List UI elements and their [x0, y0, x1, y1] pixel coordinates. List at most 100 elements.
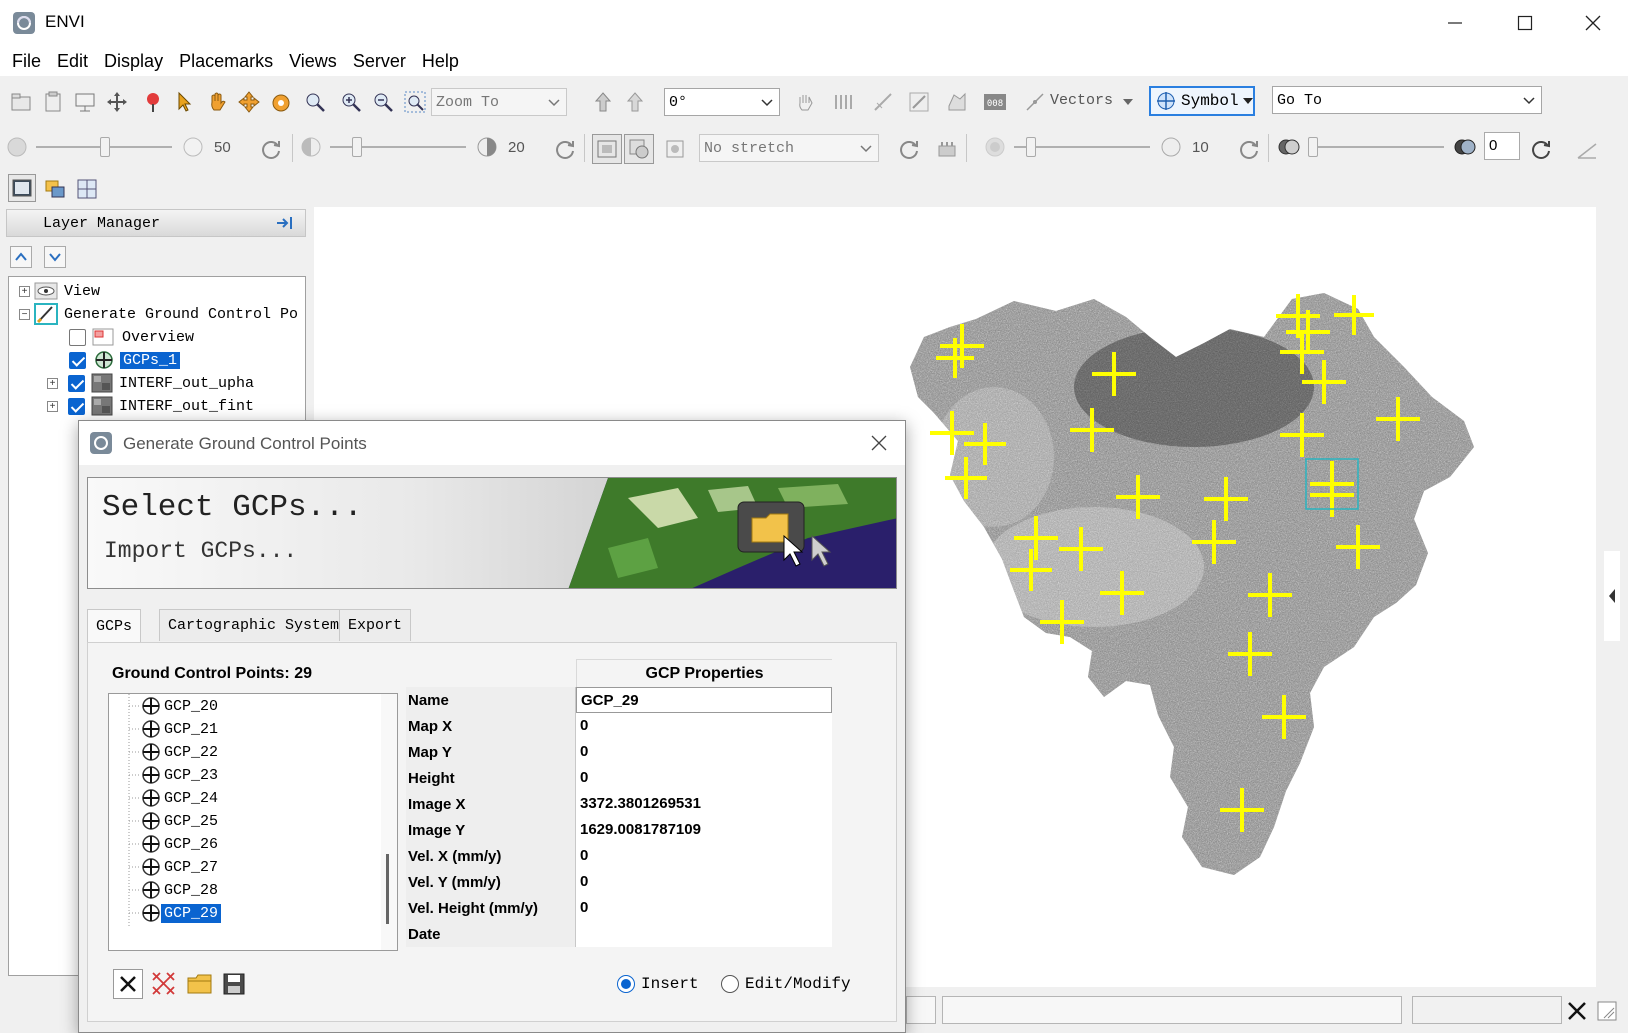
stretch-reset-button[interactable] [896, 136, 922, 162]
transparency-slider[interactable] [1308, 137, 1318, 157]
open-button[interactable] [8, 89, 34, 115]
hand-button[interactable] [204, 89, 230, 115]
symbol-button[interactable]: Symbol [1149, 86, 1255, 116]
collapse-icon[interactable]: − [19, 308, 30, 320]
property-value-vel-height[interactable]: 0 [576, 895, 832, 921]
menu-edit[interactable]: Edit [49, 51, 96, 72]
close-button[interactable] [1558, 0, 1628, 46]
delete-gcp-button[interactable] [113, 969, 143, 999]
tab-gcps[interactable]: GCPs [87, 609, 142, 643]
property-value-map-x[interactable]: 0 [576, 713, 832, 739]
fly-button[interactable] [236, 89, 262, 115]
status-cancel-button[interactable] [1564, 998, 1590, 1024]
select-button[interactable] [172, 89, 198, 115]
vectors-icon-button[interactable] [1022, 89, 1048, 115]
property-value-date[interactable] [576, 921, 832, 947]
mode-insert-radio[interactable]: Insert [617, 975, 699, 993]
view-grid-button[interactable] [74, 176, 100, 202]
view-link-button[interactable] [42, 176, 68, 202]
list-item-gcp[interactable]: GCP_20 [109, 694, 221, 718]
rotate-button[interactable] [268, 89, 294, 115]
open-gcp-file-button[interactable] [185, 969, 215, 999]
display-button[interactable] [72, 89, 98, 115]
tree-item-view[interactable]: + View [19, 280, 100, 302]
list-item-gcp-selected[interactable]: GCP_29 [109, 901, 222, 925]
property-value-image-y[interactable]: 1629.0081787109 [576, 817, 832, 843]
property-value-image-x[interactable]: 3372.3801269531 [576, 791, 832, 817]
brightness-reset-button[interactable] [258, 136, 284, 162]
profile-button[interactable] [1574, 136, 1600, 162]
annotation-tool-4[interactable] [906, 89, 932, 115]
pan-button[interactable] [104, 89, 130, 115]
property-value-map-y[interactable]: 0 [576, 739, 832, 765]
property-value-height[interactable]: 0 [576, 765, 832, 791]
list-item-gcp[interactable]: GCP_26 [109, 832, 221, 856]
counter-button[interactable]: 008 [982, 89, 1008, 115]
list-item-gcp[interactable]: GCP_21 [109, 717, 221, 741]
property-value-vel-x[interactable]: 0 [576, 843, 832, 869]
expand-icon[interactable]: + [47, 377, 58, 389]
roi-tool-button[interactable] [944, 89, 970, 115]
menu-display[interactable]: Display [96, 51, 171, 72]
resize-grip[interactable] [1594, 998, 1620, 1024]
contrast-reset-button[interactable] [552, 136, 578, 162]
zoom-to-combo[interactable]: Zoom To [431, 88, 567, 116]
brightness-slider[interactable] [100, 137, 110, 157]
transparency-value[interactable]: 0 [1484, 132, 1520, 160]
mode-edit-radio[interactable]: Edit/Modify [721, 975, 851, 993]
stretch-combo[interactable]: No stretch [699, 134, 879, 162]
annotation-tool-1[interactable] [792, 89, 818, 115]
zoom-button[interactable] [302, 89, 328, 115]
property-value-vel-y[interactable]: 0 [576, 869, 832, 895]
interf-upha-checkbox[interactable] [68, 374, 85, 392]
dialog-close-button[interactable] [863, 429, 895, 457]
rotation-combo[interactable]: 0° [664, 88, 780, 116]
maximize-button[interactable] [1490, 0, 1560, 46]
chip-button[interactable] [934, 136, 960, 162]
gcps-checkbox[interactable] [69, 351, 86, 369]
rotate-up-button[interactable] [622, 89, 648, 115]
list-item-gcp[interactable]: GCP_22 [109, 740, 221, 764]
list-item-gcp[interactable]: GCP_28 [109, 878, 221, 902]
zoom-out-button[interactable] [370, 89, 396, 115]
layer-up-button[interactable] [10, 246, 32, 268]
sharpen-reset-button[interactable] [1236, 136, 1262, 162]
collapse-panel-icon[interactable] [1604, 551, 1620, 641]
property-value-name[interactable]: GCP_29 [576, 687, 832, 713]
annotation-tool-2[interactable] [830, 89, 856, 115]
tree-item-interf-fint[interactable]: + INTERF_out_fint [47, 395, 254, 417]
list-item-gcp[interactable]: GCP_25 [109, 809, 221, 833]
gcp-list-scrollbar[interactable] [381, 694, 397, 950]
view-layout-button[interactable] [8, 174, 36, 202]
scrollbar-thumb[interactable] [386, 854, 389, 924]
placemark-button[interactable] [140, 89, 166, 115]
list-item-gcp[interactable]: GCP_27 [109, 855, 221, 879]
full-extent-button[interactable] [592, 134, 622, 164]
tab-export[interactable]: Export [339, 609, 412, 641]
minimize-button[interactable] [1420, 0, 1490, 46]
menu-views[interactable]: Views [281, 51, 345, 72]
expand-icon[interactable]: + [47, 400, 58, 412]
stretch-type-button[interactable] [662, 136, 688, 162]
menu-server[interactable]: Server [345, 51, 414, 72]
vectors-label[interactable]: Vectors [1050, 92, 1113, 109]
stretch-options-button[interactable] [624, 134, 654, 164]
expand-icon[interactable]: + [19, 285, 30, 297]
sharpen-slider[interactable] [1026, 137, 1036, 157]
layer-down-button[interactable] [44, 246, 66, 268]
transparency-reset-button[interactable] [1528, 136, 1554, 162]
menu-placemarks[interactable]: Placemarks [171, 51, 281, 72]
annotation-tool-3[interactable] [870, 89, 896, 115]
tree-item-overview[interactable]: Overview [69, 326, 194, 348]
delete-all-gcps-button[interactable] [149, 969, 179, 999]
menu-file[interactable]: File [4, 51, 49, 72]
menu-help[interactable]: Help [414, 51, 467, 72]
data-manager-button[interactable] [40, 89, 66, 115]
pin-panel-icon[interactable] [275, 214, 297, 232]
zoom-in-button[interactable] [338, 89, 364, 115]
rotate-north-button[interactable] [590, 89, 616, 115]
contrast-slider[interactable] [352, 137, 362, 157]
tree-item-generate-gcp[interactable]: − Generate Ground Control Po [19, 303, 298, 325]
zoom-extent-button[interactable] [402, 89, 428, 115]
tree-item-gcps[interactable]: GCPs_1 [69, 349, 181, 371]
